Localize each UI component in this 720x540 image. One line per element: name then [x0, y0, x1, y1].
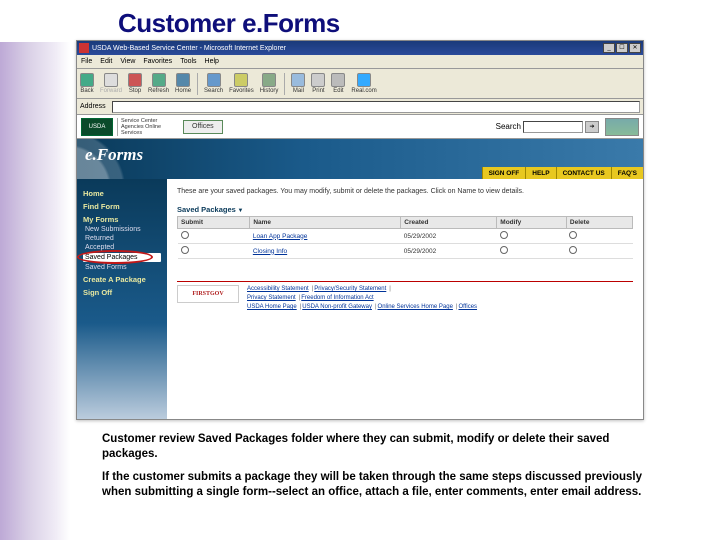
- address-bar: Address: [77, 99, 643, 115]
- history-button[interactable]: History: [260, 73, 279, 94]
- maximize-button[interactable]: ☐: [616, 43, 628, 53]
- forward-button[interactable]: Forward: [100, 73, 122, 94]
- submit-radio[interactable]: [181, 231, 189, 239]
- mail-button[interactable]: Mail: [291, 73, 305, 94]
- intro-text: These are your saved packages. You may m…: [177, 187, 633, 197]
- modify-radio[interactable]: [500, 246, 508, 254]
- page-content: USDA Service Center Agencies Online Serv…: [77, 115, 643, 419]
- search-button[interactable]: Search: [204, 73, 223, 94]
- col-name[interactable]: Name: [250, 217, 401, 229]
- pkg-link[interactable]: Loan App Package: [253, 233, 308, 240]
- table-header-row: Submit Name Created Modify Delete: [178, 217, 633, 229]
- window-title: USDA Web-Based Service Center - Microsof…: [92, 45, 286, 52]
- search-box: Search ➔: [496, 121, 599, 133]
- caption-2: If the customer submits a package they w…: [102, 470, 648, 500]
- minimize-button[interactable]: _: [603, 43, 615, 53]
- footer-link[interactable]: Freedom of Information Act: [301, 295, 373, 301]
- main-area: These are your saved packages. You may m…: [167, 179, 643, 419]
- footer-link[interactable]: Online Services Home Page: [378, 304, 453, 310]
- delete-radio[interactable]: [569, 231, 577, 239]
- browser-window: USDA Web-Based Service Center - Microsof…: [76, 40, 644, 420]
- delete-radio[interactable]: [569, 246, 577, 254]
- sca-label: Service Center Agencies Online Services: [117, 118, 177, 136]
- menu-tools[interactable]: Tools: [180, 58, 196, 65]
- edit-button[interactable]: Edit: [331, 73, 345, 94]
- footer-link[interactable]: USDA Non-profit Gateway: [302, 304, 372, 310]
- favorites-button[interactable]: Favorites: [229, 73, 254, 94]
- menu-bar: File Edit View Favorites Tools Help: [77, 55, 643, 69]
- window-titlebar: USDA Web-Based Service Center - Microsof…: [77, 41, 643, 55]
- nav-my-forms[interactable]: My Forms: [83, 215, 161, 224]
- realcom-button[interactable]: Real.com: [351, 73, 376, 94]
- search-label: Search: [496, 122, 521, 131]
- menu-favorites[interactable]: Favorites: [143, 58, 172, 65]
- ie-icon: [79, 43, 89, 53]
- menu-edit[interactable]: Edit: [100, 58, 112, 65]
- search-input[interactable]: [523, 121, 583, 133]
- nav-home[interactable]: Home: [83, 189, 161, 198]
- footer-link[interactable]: USDA Home Page: [247, 304, 297, 310]
- sidebar-item-saved-packages[interactable]: Saved Packages: [83, 253, 161, 262]
- menu-file[interactable]: File: [81, 58, 92, 65]
- col-delete[interactable]: Delete: [566, 217, 632, 229]
- footer-link[interactable]: Privacy/Security Statement: [314, 286, 386, 292]
- sidebar: Home Find Form My Forms New Submissions …: [77, 179, 167, 419]
- close-button[interactable]: ✕: [629, 43, 641, 53]
- search-go-button[interactable]: ➔: [585, 121, 599, 133]
- packages-table: Submit Name Created Modify Delete Loan A…: [177, 216, 633, 259]
- nav-find-form[interactable]: Find Form: [83, 202, 161, 211]
- yellow-bar: SIGN OFF HELP CONTACT US FAQ'S: [482, 167, 643, 179]
- refresh-button[interactable]: Refresh: [148, 73, 169, 94]
- page-footer: FIRSTGOV Accessibility Statement|Privacy…: [177, 281, 633, 312]
- slide-title: Customer e.Forms: [118, 8, 340, 39]
- signoff-link[interactable]: SIGN OFF: [482, 167, 526, 179]
- col-modify[interactable]: Modify: [497, 217, 567, 229]
- nav-signoff[interactable]: Sign Off: [83, 288, 161, 297]
- sidebar-item-new-submissions[interactable]: New Submissions: [83, 226, 161, 233]
- hero-banner: e.Forms SIGN OFF HELP CONTACT US FAQ'S: [77, 139, 643, 179]
- home-button[interactable]: Home: [175, 73, 191, 94]
- firstgov-logo[interactable]: FIRSTGOV: [177, 285, 239, 303]
- contact-link[interactable]: CONTACT US: [556, 167, 611, 179]
- slide-caption: Customer review Saved Packages folder wh…: [102, 432, 648, 508]
- table-row: Loan App Package 05/29/2002: [178, 229, 633, 244]
- top-band: USDA Service Center Agencies Online Serv…: [77, 115, 643, 139]
- col-submit[interactable]: Submit: [178, 217, 250, 229]
- header-photo: [605, 118, 639, 136]
- table-row: Closing Info 05/29/2002: [178, 244, 633, 259]
- col-created[interactable]: Created: [401, 217, 497, 229]
- pkg-link[interactable]: Closing Info: [253, 248, 287, 255]
- created-cell: 05/29/2002: [401, 244, 497, 259]
- toolbar: Back Forward Stop Refresh Home Search Fa…: [77, 69, 643, 99]
- nav-create-package[interactable]: Create A Package: [83, 275, 161, 284]
- caption-1: Customer review Saved Packages folder wh…: [102, 432, 648, 462]
- eforms-logo: e.Forms: [85, 145, 143, 165]
- back-button[interactable]: Back: [80, 73, 94, 94]
- faqs-link[interactable]: FAQ'S: [611, 167, 643, 179]
- sidebar-item-accepted[interactable]: Accepted: [83, 244, 161, 251]
- offices-tab[interactable]: Offices: [183, 120, 223, 134]
- address-label: Address: [80, 103, 106, 110]
- sidebar-item-returned[interactable]: Returned: [83, 235, 161, 242]
- usda-logo: USDA: [81, 118, 113, 136]
- address-input[interactable]: [112, 101, 640, 113]
- modify-radio[interactable]: [500, 231, 508, 239]
- stop-button[interactable]: Stop: [128, 73, 142, 94]
- footer-links: Accessibility Statement|Privacy/Security…: [247, 285, 479, 312]
- menu-view[interactable]: View: [120, 58, 135, 65]
- created-cell: 05/29/2002: [401, 229, 497, 244]
- table-title[interactable]: Saved Packages: [177, 205, 633, 214]
- footer-link[interactable]: Offices: [458, 304, 477, 310]
- sidebar-item-saved-forms[interactable]: Saved Forms: [83, 264, 161, 271]
- submit-radio[interactable]: [181, 246, 189, 254]
- print-button[interactable]: Print: [311, 73, 325, 94]
- help-link[interactable]: HELP: [525, 167, 555, 179]
- footer-link[interactable]: Privacy Statement: [247, 295, 296, 301]
- footer-link[interactable]: Accessibility Statement: [247, 286, 309, 292]
- menu-help[interactable]: Help: [205, 58, 219, 65]
